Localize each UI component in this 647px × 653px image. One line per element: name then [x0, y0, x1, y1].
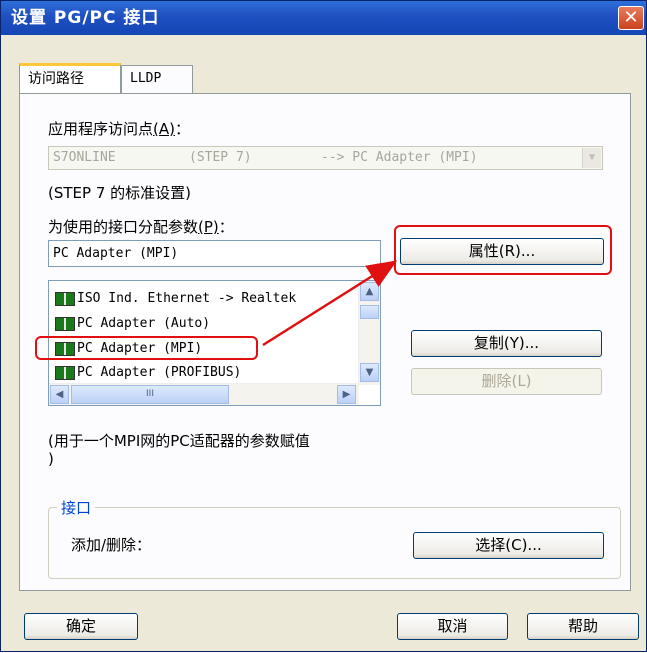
annotation-arrow-icon: [262, 260, 398, 347]
dialog-window: 设置 PG/PC 接口 ✕ 访问路径 LLDP 应用程序访问点(A)： S7ON…: [0, 0, 647, 652]
